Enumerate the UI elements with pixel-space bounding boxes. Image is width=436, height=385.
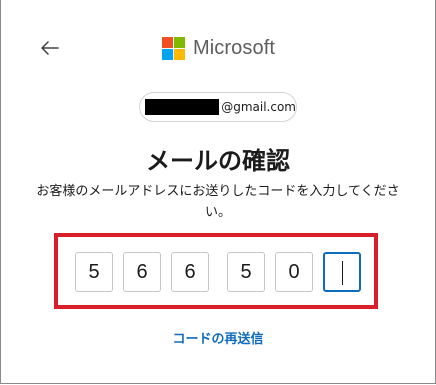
page-title: メールの確認	[146, 147, 290, 175]
arrow-left-icon	[41, 41, 59, 55]
code-digit-5[interactable]: 0	[275, 252, 313, 292]
account-email-pill: @gmail.com	[139, 92, 297, 122]
microsoft-squares-icon	[162, 36, 185, 60]
redacted-email-username	[145, 99, 220, 115]
microsoft-logo: Microsoft	[162, 36, 275, 60]
email-domain: @gmail.com	[221, 100, 296, 114]
text-caret	[341, 260, 343, 285]
code-digit-2[interactable]: 6	[123, 252, 161, 292]
back-button[interactable]	[36, 34, 64, 62]
code-digit-1[interactable]: 5	[75, 252, 113, 292]
logo-text: Microsoft	[193, 36, 276, 59]
code-digit-3[interactable]: 6	[171, 252, 209, 292]
instruction-text: お客様のメールアドレスにお送りしたコードを入力してください。	[36, 184, 400, 220]
code-digit-6[interactable]	[323, 252, 361, 292]
resend-code-link[interactable]: コードの再送信	[0, 328, 436, 347]
code-digit-4[interactable]: 5	[227, 252, 265, 292]
